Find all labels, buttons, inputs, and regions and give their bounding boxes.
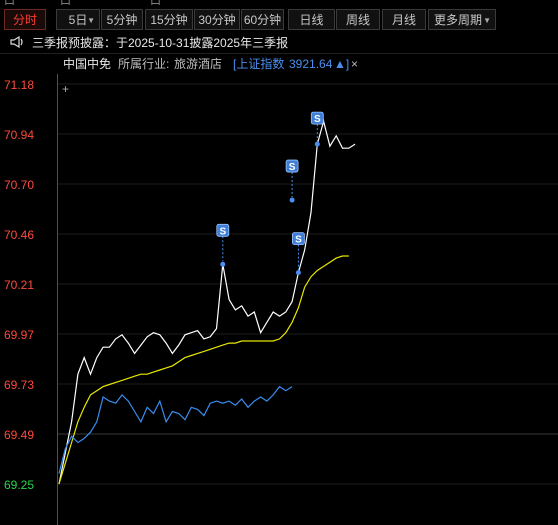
y-tick-label: 69.73 xyxy=(4,378,35,392)
period-tab-weekly[interactable]: 周线 xyxy=(336,9,380,30)
y-tick-label: 70.94 xyxy=(4,128,35,142)
sell-marker-dot xyxy=(220,261,226,267)
y-tick-label: 70.46 xyxy=(4,228,35,242)
sell-marker-dot xyxy=(314,141,320,147)
y-tick-label: 69.97 xyxy=(4,328,35,342)
period-tab-daily[interactable]: 日线 xyxy=(288,9,335,30)
sell-marker[interactable]: S xyxy=(216,223,230,267)
sell-marker-dot xyxy=(289,197,295,203)
sell-marker[interactable]: S xyxy=(291,232,305,276)
y-tick-label: 70.21 xyxy=(4,278,35,292)
average-price-line xyxy=(58,255,349,485)
index-line xyxy=(58,385,293,474)
sell-marker[interactable]: S xyxy=(285,159,299,203)
index-up-arrow: ▲] xyxy=(334,57,350,71)
close-icon[interactable]: × xyxy=(351,54,358,74)
price-line xyxy=(58,118,356,485)
notice-bar[interactable]: 三季报预披露：于2025-10-31披露2025年三季报 xyxy=(0,33,558,54)
period-tab-5day[interactable]: 5日 ▼ xyxy=(56,9,100,30)
notice-text: 三季报预披露：于2025-10-31披露2025年三季报 xyxy=(32,36,289,50)
period-tab-5day-label: 5日 xyxy=(68,13,88,27)
intraday-chart[interactable]: S S S S xyxy=(58,74,558,525)
y-tick-label: 70.70 xyxy=(4,178,35,192)
plus-icon[interactable]: + xyxy=(60,83,71,95)
stock-name: 中国中免 xyxy=(63,57,112,71)
period-tab-monthly[interactable]: 月线 xyxy=(382,9,426,30)
sell-marker-label: S xyxy=(219,226,226,237)
index-label[interactable]: [上证指数 xyxy=(233,54,284,74)
period-tab-intraday[interactable]: 分时 xyxy=(4,9,46,30)
sell-marker-label: S xyxy=(289,162,296,173)
megaphone-icon xyxy=(10,33,24,53)
sell-marker-label: S xyxy=(295,235,302,246)
period-tab-15min[interactable]: 15分钟 xyxy=(145,9,193,30)
period-toolbar: 分时 5日 ▼ 5分钟 15分钟 30分钟 60分钟 日线 周线 月线 更多周期 ▼ xyxy=(0,7,558,31)
sell-marker-dot xyxy=(295,270,301,276)
period-tab-30min[interactable]: 30分钟 xyxy=(194,9,240,30)
stock-info-bar: 中国中免 所属行业: 旅游酒店 [上证指数 3921.64 ▲] × xyxy=(0,54,558,74)
chevron-down-icon: ▼ xyxy=(483,16,491,25)
sell-marker-label: S xyxy=(314,114,321,125)
chevron-down-icon: ▼ xyxy=(87,16,95,25)
industry-name[interactable]: 旅游酒店 xyxy=(174,54,222,74)
period-tab-more[interactable]: 更多周期 ▼ xyxy=(428,9,496,30)
period-tab-more-label: 更多周期 xyxy=(434,13,483,27)
index-value: 3921.64 xyxy=(289,57,333,71)
period-tab-5min[interactable]: 5分钟 xyxy=(101,9,143,30)
top-menu-clipped: 口口口 xyxy=(0,0,558,6)
y-tick-label: 69.49 xyxy=(4,428,35,442)
industry-label: 所属行业: xyxy=(118,57,170,71)
period-tab-60min[interactable]: 60分钟 xyxy=(241,9,284,30)
y-tick-label: 69.25 xyxy=(4,478,35,492)
y-tick-label: 71.18 xyxy=(4,78,35,92)
